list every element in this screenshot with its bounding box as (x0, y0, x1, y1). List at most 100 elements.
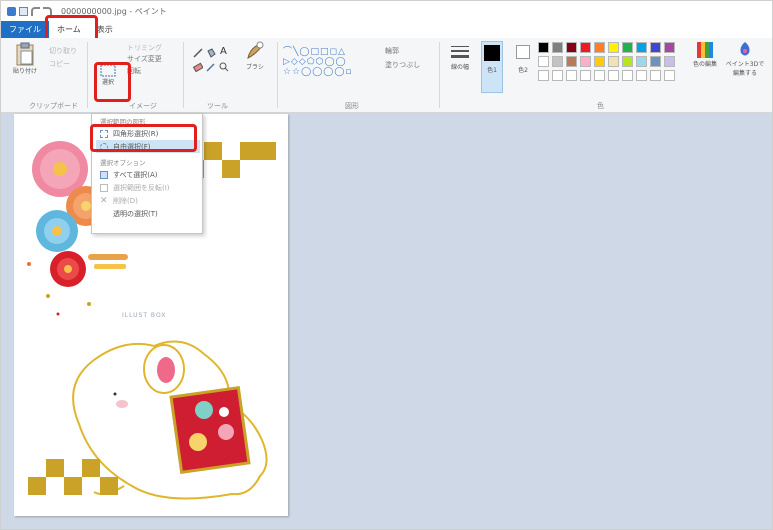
title-bar: 0000000000.jpg - ペイント (1, 1, 772, 21)
cut-label[interactable]: 切り取り (49, 46, 77, 56)
text-icon[interactable]: A (220, 46, 227, 57)
red-flower (50, 251, 86, 287)
tab-view[interactable]: 表示 (89, 21, 121, 38)
color-wheel-icon (697, 42, 713, 58)
transparent-selection-item[interactable]: 透明の選択(T) (96, 207, 200, 220)
pencil-icon[interactable] (193, 48, 203, 58)
brush-icon (247, 41, 264, 59)
fill-icon[interactable] (206, 48, 216, 58)
paste-icon (16, 42, 34, 66)
custom-color-swatch[interactable] (594, 70, 605, 81)
resize-label[interactable]: サイズ変更 (127, 54, 162, 64)
copy-label[interactable]: コピー (49, 59, 70, 69)
delete-label: 削除(D) (113, 196, 138, 205)
shapes-gallery[interactable]: ⌒╲◯□□◻△ ▷◇◇⬠⬡◯◯ ☆☆◯◯◯◯▫ (283, 44, 353, 77)
palette-color-swatch[interactable] (636, 42, 647, 53)
separator (87, 42, 88, 108)
custom-color-swatch[interactable] (566, 70, 577, 81)
redo-icon[interactable] (43, 6, 52, 16)
crop-label[interactable]: トリミング (127, 43, 162, 53)
palette-color-swatch[interactable] (608, 56, 619, 67)
custom-color-swatch[interactable] (538, 70, 549, 81)
palette-color-swatch[interactable] (636, 56, 647, 67)
palette-color-swatch[interactable] (622, 42, 633, 53)
palette-color-swatch[interactable] (650, 56, 661, 67)
color-picker-icon[interactable] (206, 62, 216, 72)
paint-window: 0000000000.jpg - ペイント ファイル ホーム 表示 貼り付け 切… (0, 0, 773, 530)
separator (439, 42, 440, 108)
palette-color-swatch[interactable] (622, 56, 633, 67)
clipboard-group-label: クリップボード (29, 102, 78, 110)
menu-tabs: ファイル ホーム 表示 (1, 21, 772, 38)
invert-selection-item[interactable]: 選択範囲を反転(I) (96, 181, 200, 194)
palette-color-swatch[interactable] (538, 56, 549, 67)
delete-icon: ✕ (100, 195, 108, 206)
select-dropdown-menu: 選択範囲の図形 四角形選択(R) 自由選択(F) 選択オプション すべて選択(A… (91, 113, 203, 234)
palette-color-swatch[interactable] (566, 42, 577, 53)
paint3d-icon (740, 42, 750, 56)
palette-color-swatch[interactable] (608, 42, 619, 53)
palette-color-swatch[interactable] (594, 56, 605, 67)
magnifier-icon[interactable] (219, 62, 229, 72)
brush-label: ブラシ (246, 64, 264, 71)
custom-color-swatch[interactable] (580, 70, 591, 81)
selection-shapes-header: 選択範囲の図形 (100, 118, 146, 126)
palette-color-swatch[interactable] (580, 42, 591, 53)
color2-button[interactable]: 色2 (512, 41, 534, 74)
rotate-label[interactable]: 回転 (127, 66, 141, 76)
select-button[interactable]: 選択 (97, 64, 119, 86)
paint3d-button[interactable]: ペイント3Dで編集する (723, 41, 767, 77)
custom-color-swatch[interactable] (608, 70, 619, 81)
rectangular-selection-item[interactable]: 四角形選択(R) (96, 127, 200, 140)
transparent-icon (100, 210, 108, 218)
select-icon (100, 64, 116, 77)
image-group-label: イメージ (129, 102, 157, 110)
color1-swatch (484, 45, 500, 61)
color1-label: 色1 (487, 67, 497, 74)
paste-label: 貼り付け (12, 68, 37, 75)
color2-label: 色2 (518, 67, 528, 74)
palette-color-swatch[interactable] (552, 56, 563, 67)
selection-options-header: 選択オプション (100, 159, 146, 167)
free-select-label: 自由選択(F) (113, 142, 151, 151)
undo-icon[interactable] (31, 6, 40, 16)
palette-color-swatch[interactable] (594, 42, 605, 53)
select-label: 選択 (101, 79, 114, 86)
rect-select-label: 四角形選択(R) (113, 129, 159, 138)
fill-label[interactable]: 塗りつぶし (385, 60, 420, 70)
size-button[interactable]: 線の幅 (445, 44, 475, 71)
select-all-item[interactable]: すべて選択(A) (96, 168, 200, 181)
tab-home[interactable]: ホーム (49, 21, 89, 38)
palette-color-swatch[interactable] (650, 42, 661, 53)
custom-color-swatch[interactable] (664, 70, 675, 81)
edit-colors-label: 色の編集 (693, 61, 718, 68)
paste-button[interactable]: 貼り付け (9, 42, 41, 75)
select-all-icon (100, 170, 108, 179)
separator (183, 42, 184, 108)
custom-color-swatch[interactable] (636, 70, 647, 81)
edit-colors-button[interactable]: 色の編集 (693, 41, 717, 68)
custom-color-swatch[interactable] (622, 70, 633, 81)
eraser-icon[interactable] (193, 62, 203, 72)
free-form-selection-item[interactable]: 自由選択(F) (96, 140, 200, 153)
colors-group-label: 色 (597, 102, 604, 110)
palette-color-swatch[interactable] (538, 42, 549, 53)
save-icon[interactable] (19, 6, 28, 16)
palette-color-swatch[interactable] (580, 56, 591, 67)
delete-item[interactable]: ✕ 削除(D) (96, 194, 200, 207)
palette-color-swatch[interactable] (566, 56, 577, 67)
select-all-label: すべて選択(A) (113, 170, 158, 179)
custom-color-swatch[interactable] (650, 70, 661, 81)
watermark-text: ILLUST BOX (122, 312, 166, 319)
tab-file[interactable]: ファイル (1, 21, 49, 38)
palette-color-swatch[interactable] (664, 42, 675, 53)
size-label: 線の幅 (450, 64, 469, 71)
palette-color-swatch[interactable] (552, 42, 563, 53)
brush-button[interactable]: ブラシ (241, 40, 269, 71)
palette-color-swatch[interactable] (664, 56, 675, 67)
mouse-figure (72, 340, 268, 500)
color1-button[interactable]: 色1 (481, 41, 503, 93)
color2-swatch (516, 45, 530, 59)
outline-label[interactable]: 輪郭 (385, 46, 399, 56)
custom-color-swatch[interactable] (552, 70, 563, 81)
